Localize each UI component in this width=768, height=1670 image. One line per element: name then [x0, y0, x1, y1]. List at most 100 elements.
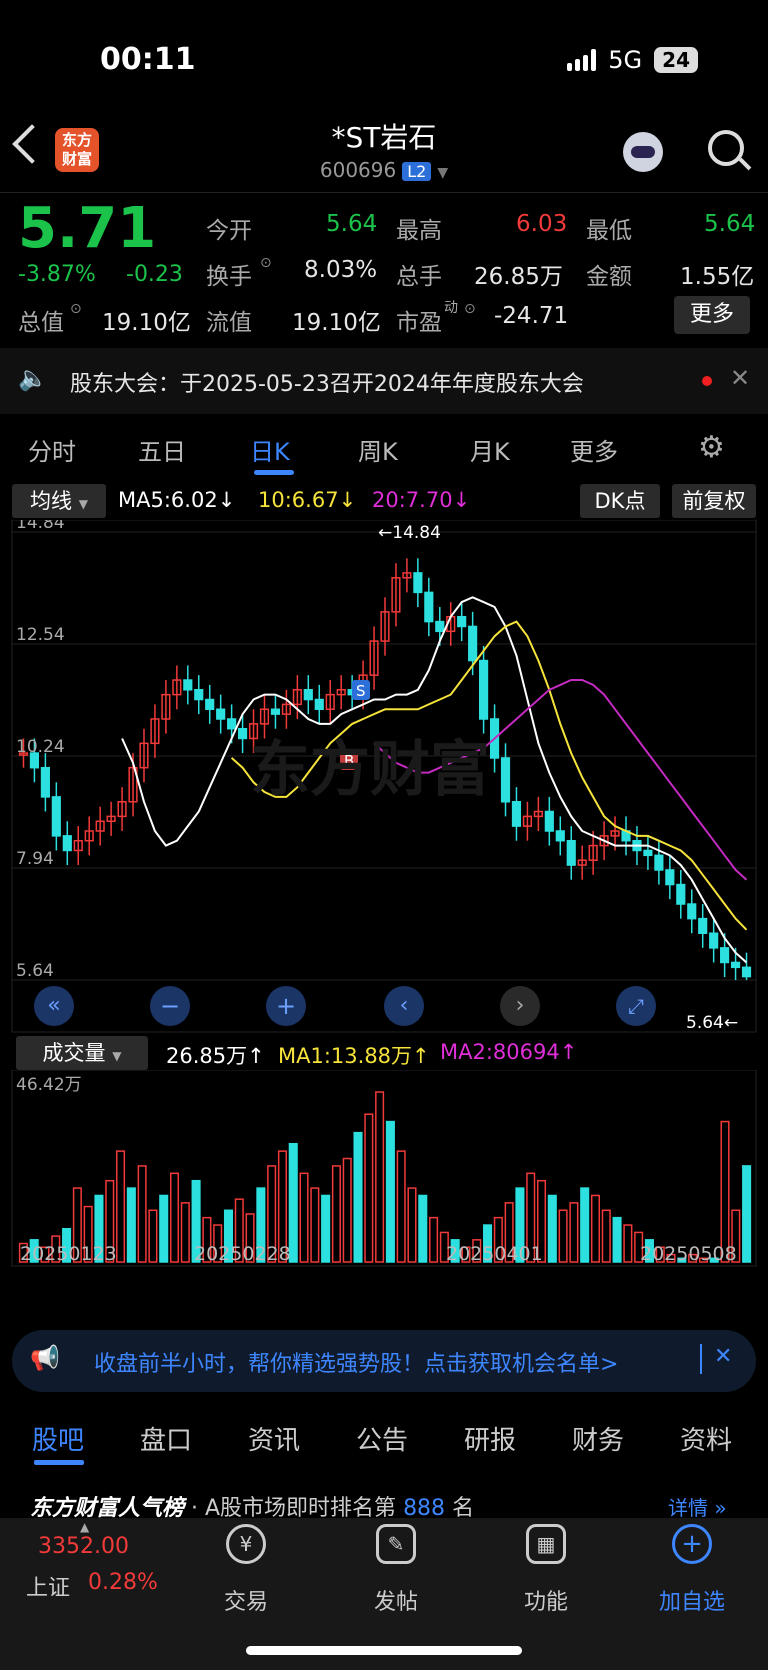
- tab-orderbook[interactable]: 盘口: [140, 1420, 192, 1457]
- volume-bar: [601, 1209, 611, 1263]
- banner-text[interactable]: 收盘前半小时，帮你精选强势股！点击获取机会名单>: [94, 1346, 618, 1378]
- tab-five-day[interactable]: 五日: [138, 432, 186, 467]
- dock-post[interactable]: 发帖: [351, 1584, 441, 1616]
- tab-news[interactable]: 资讯: [248, 1420, 300, 1457]
- volume-bar: [385, 1120, 395, 1263]
- turnover-value: 8.03%: [304, 257, 378, 283]
- kline-chart[interactable]: 14.8412.5410.247.945.64 ←14.84 5.64← S B…: [0, 520, 768, 1040]
- candle-body: [687, 903, 697, 920]
- index-value[interactable]: 3352.00: [38, 1534, 129, 1559]
- volume-bar: [148, 1209, 158, 1263]
- close-icon[interactable]: ✕: [730, 364, 750, 392]
- volume-value: 26.85万: [474, 264, 563, 290]
- low-label: 最低: [586, 218, 632, 244]
- pe-label: 市盈: [396, 310, 442, 336]
- tab-more[interactable]: 更多: [570, 432, 618, 467]
- sell-marker-label: S: [356, 682, 366, 700]
- volume-bar: [547, 1194, 557, 1263]
- assistant-robot-icon[interactable]: [623, 132, 663, 172]
- fullscreen-icon[interactable]: ⤢: [616, 986, 656, 1026]
- volume-bar: [429, 1216, 439, 1263]
- adjust-button[interactable]: 前复权: [672, 484, 756, 518]
- tab-financials[interactable]: 财务: [572, 1420, 624, 1457]
- zoom-in-icon[interactable]: +: [266, 986, 306, 1026]
- tab-announcements[interactable]: 公告: [356, 1420, 408, 1457]
- x-date-label: 20250401: [446, 1243, 543, 1265]
- candle-body: [566, 839, 576, 866]
- function-grid-icon[interactable]: ▦: [526, 1524, 566, 1564]
- ma-select[interactable]: 均线 ▼: [12, 484, 106, 518]
- tab-monthly-k[interactable]: 月K: [470, 432, 510, 467]
- high-label: 最高: [396, 218, 442, 244]
- settings-gear-icon[interactable]: ⚙: [698, 430, 725, 465]
- post-edit-icon[interactable]: ✎: [376, 1524, 416, 1564]
- zoom-out-icon[interactable]: −: [150, 986, 190, 1026]
- dock-trade[interactable]: 交易: [201, 1584, 291, 1616]
- add-watchlist-icon[interactable]: +: [672, 1524, 712, 1564]
- candle-body: [303, 689, 313, 701]
- notice-text[interactable]: 股东大会：于2025-05-23召开2024年年度股东大会: [70, 366, 584, 398]
- volume-bar: [299, 1172, 309, 1263]
- index-name[interactable]: 上证: [26, 1570, 70, 1602]
- volume-bar: [331, 1165, 341, 1263]
- volume-bar: [418, 1194, 428, 1263]
- index-change[interactable]: 0.28%: [88, 1570, 158, 1595]
- volume-bar: [159, 1194, 169, 1263]
- volume-bar: [169, 1172, 180, 1263]
- more-button[interactable]: 更多: [674, 296, 750, 334]
- info-icon[interactable]: ⊙: [464, 301, 476, 317]
- banner-separator: [700, 1344, 702, 1374]
- tab-daily-k[interactable]: 日K: [250, 432, 290, 467]
- tab-research[interactable]: 研报: [464, 1420, 516, 1457]
- volume-bar: [407, 1187, 417, 1263]
- candle-body: [555, 830, 565, 842]
- pe-superscript: 动: [444, 300, 458, 316]
- volume-select[interactable]: 成交量 ▼: [16, 1036, 148, 1070]
- candle-body: [270, 708, 281, 715]
- ma20-value: 20:7.70↓: [372, 488, 471, 512]
- megaphone-icon: 📢: [30, 1344, 60, 1372]
- info-icon[interactable]: ⊙: [260, 255, 272, 271]
- speaker-icon: 🔈: [18, 364, 48, 392]
- tab-intraday[interactable]: 分时: [28, 432, 76, 467]
- open-value: 5.64: [326, 211, 378, 237]
- candle-body: [479, 659, 489, 720]
- y-tick-label: 14.84: [16, 520, 65, 533]
- next-icon[interactable]: ›: [500, 986, 540, 1026]
- amount-value: 1.55亿: [680, 264, 755, 290]
- tab-weekly-k[interactable]: 周K: [358, 432, 398, 467]
- trade-icon[interactable]: ¥: [226, 1524, 266, 1564]
- candle-body: [730, 961, 741, 969]
- volume-bar: [353, 1131, 363, 1263]
- mktcap-label: 总值: [18, 310, 64, 336]
- float-value: 19.10亿: [292, 310, 381, 336]
- mktcap-value: 19.10亿: [102, 310, 191, 336]
- divider: [0, 192, 768, 193]
- volume-ma1: MA1:13.88万↑: [278, 1044, 430, 1068]
- prev-icon[interactable]: ‹: [384, 986, 424, 1026]
- float-label: 流值: [206, 310, 252, 336]
- volume-bar: [590, 1194, 601, 1263]
- tab-profile[interactable]: 资料: [680, 1420, 732, 1457]
- battery-icon: 24: [654, 47, 698, 73]
- unread-dot: [702, 376, 712, 386]
- first-page-icon[interactable]: «: [34, 986, 74, 1026]
- candle-body: [435, 620, 445, 633]
- x-date-label: 20250228: [194, 1243, 291, 1265]
- dock-add-watchlist[interactable]: 加自选: [647, 1584, 737, 1616]
- close-icon[interactable]: ✕: [714, 1344, 732, 1369]
- stock-code: 600696: [319, 158, 397, 182]
- dk-point-button[interactable]: DK点: [580, 484, 660, 518]
- tab-forum[interactable]: 股吧: [32, 1420, 84, 1457]
- rank-detail-link[interactable]: 详情 »: [668, 1492, 727, 1521]
- candle-body: [62, 835, 72, 852]
- candle-body: [314, 698, 324, 711]
- dock-functions[interactable]: 功能: [501, 1584, 591, 1616]
- high-value: 6.03: [516, 211, 568, 237]
- info-icon[interactable]: ⊙: [70, 301, 82, 317]
- y-tick-label: 10.24: [16, 737, 65, 757]
- volume-bar: [364, 1113, 374, 1263]
- low-value: 5.64: [704, 211, 756, 237]
- volume-chart[interactable]: 46.42万 20250123 20250228 20250401 20250508: [0, 1070, 768, 1270]
- tab-underline: [254, 470, 294, 475]
